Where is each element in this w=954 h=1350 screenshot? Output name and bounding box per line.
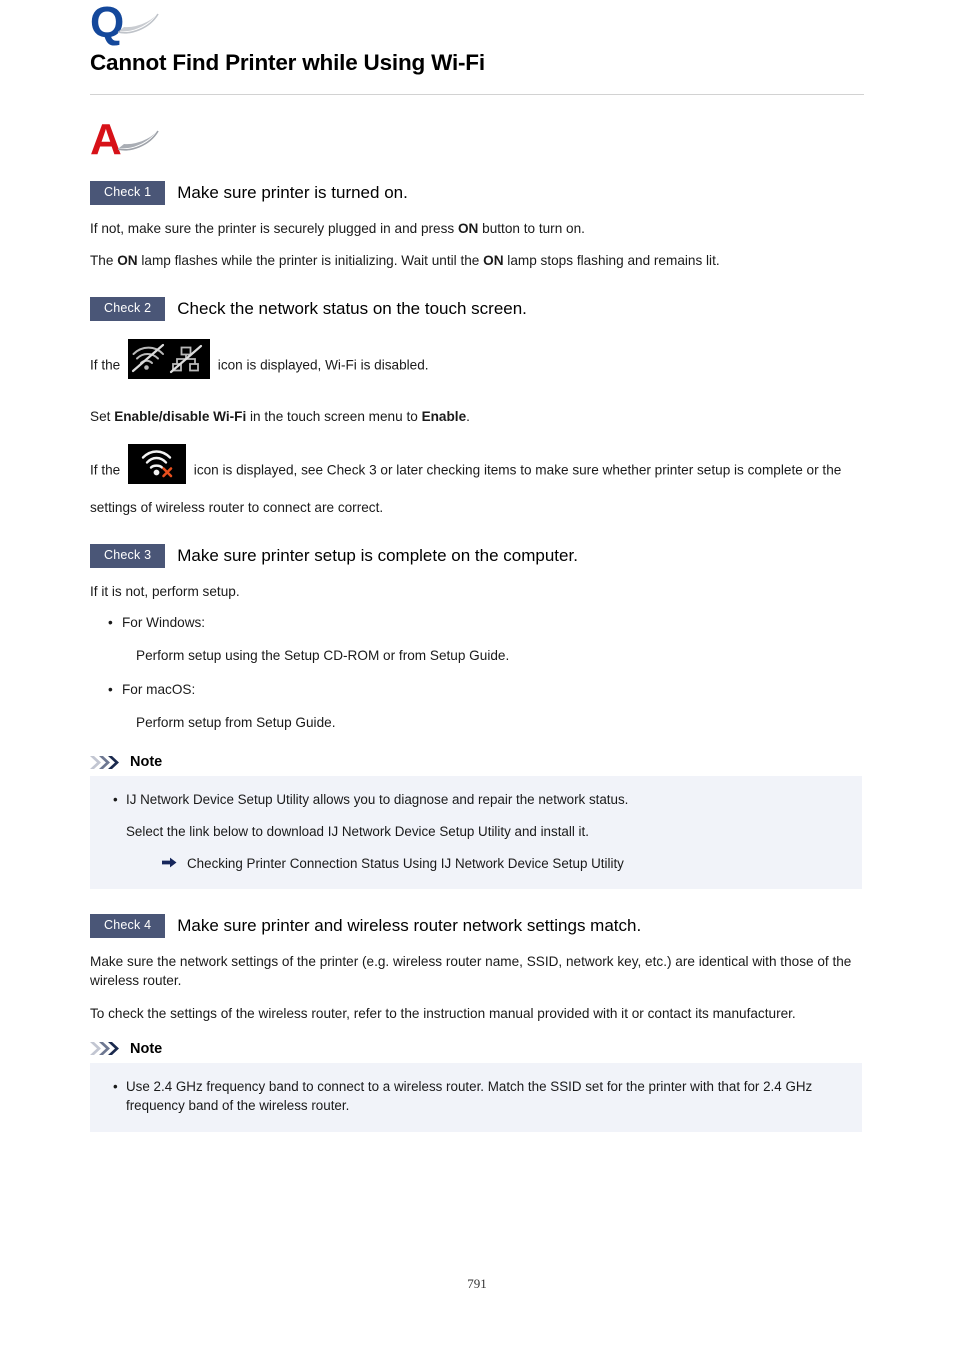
note-cross-reference-link[interactable]: Checking Printer Connection Status Using…	[162, 854, 844, 873]
swoosh-decoration-icon	[117, 130, 159, 151]
check-block-2: Check 2 Check the network status on the …	[90, 297, 864, 517]
bullet-icon: •	[108, 614, 113, 630]
list-item-label: For macOS:	[122, 681, 196, 697]
text-segment: button to turn on.	[478, 220, 585, 236]
check-4-badge: Check 4	[90, 914, 166, 938]
note-list: • Use 2.4 GHz frequency band to connect …	[108, 1077, 844, 1116]
note-header: Note	[90, 1041, 864, 1057]
check-block-3: Check 3 Make sure printer setup is compl…	[90, 544, 864, 890]
note-box: • Use 2.4 GHz frequency band to connect …	[90, 1062, 862, 1132]
check-4-title: Make sure printer and wireless router ne…	[177, 916, 642, 936]
text-segment: .	[466, 408, 470, 424]
check-3-title: Make sure printer setup is complete on t…	[177, 545, 578, 565]
check-2-wifi-disabled-line: If the icon is displayed, Wi-Fi is disab…	[90, 338, 864, 393]
check-1-title: Make sure printer is turned on.	[177, 182, 408, 202]
list-item: • For Windows: Perform setup using the S…	[108, 613, 864, 666]
check-3-header: Check 3 Make sure printer setup is compl…	[90, 544, 864, 568]
on-lamp-bold-2: ON	[483, 252, 504, 268]
text-segment: The	[90, 252, 118, 268]
text-segment: in the touch screen menu to	[246, 408, 422, 424]
text-segment: If the	[90, 462, 125, 478]
question-mark-icon: Q	[90, 0, 160, 48]
text-segment: If not, make sure the printer is securel…	[90, 220, 458, 236]
swoosh-decoration-icon	[117, 13, 159, 34]
note-label: Note	[130, 1040, 163, 1057]
text-segment: icon is displayed, Wi-Fi is disabled.	[214, 357, 429, 373]
bullet-icon: •	[113, 1078, 118, 1094]
page-number: 791	[467, 1276, 487, 1291]
title-divider	[90, 94, 864, 95]
list-item-detail: Perform setup using the Setup CD-ROM or …	[136, 648, 510, 664]
list-item-detail: Perform setup from Setup Guide.	[136, 714, 336, 730]
text-segment: Set	[90, 408, 115, 424]
bullet-icon: •	[113, 792, 118, 808]
list-item-label: For Windows:	[122, 614, 206, 630]
check-4-paragraph-2: To check the settings of the wireless ro…	[90, 1005, 796, 1021]
check-1-paragraph-1: If not, make sure the printer is securel…	[90, 219, 864, 238]
note-box: • IJ Network Device Setup Utility allows…	[90, 776, 862, 890]
wifi-disabled-icon	[128, 338, 211, 379]
text-segment: If the	[90, 357, 125, 373]
note-list: • IJ Network Device Setup Utility allows…	[108, 790, 844, 873]
check-2-title: Check the network status on the touch sc…	[177, 298, 527, 318]
document-page: Q Cannot Find Printer while Using Wi-Fi …	[0, 0, 954, 1350]
note-header: Note	[90, 754, 864, 770]
right-arrow-icon	[162, 857, 177, 868]
check-3-note: Note • IJ Network Device Setup Utility a…	[90, 754, 864, 890]
bullet-icon: •	[108, 681, 113, 697]
link-text[interactable]: Checking Printer Connection Status Using…	[187, 854, 624, 873]
wifi-error-icon	[128, 443, 187, 484]
check-1-header: Check 1 Make sure printer is turned on.	[90, 181, 864, 205]
note-text: IJ Network Device Setup Utility allows y…	[126, 792, 629, 808]
note-text: Use 2.4 GHz frequency band to connect to…	[126, 1078, 813, 1114]
list-item: • For macOS: Perform setup from Setup Gu…	[108, 680, 864, 733]
answer-mark-icon: A	[90, 117, 160, 165]
check-3-platform-list: • For Windows: Perform setup using the S…	[90, 613, 864, 732]
note-list-item: • Use 2.4 GHz frequency band to connect …	[113, 1077, 844, 1116]
note-label: Note	[130, 754, 163, 771]
document-content: Q Cannot Find Printer while Using Wi-Fi …	[90, 0, 864, 1132]
note-list-item: • IJ Network Device Setup Utility allows…	[113, 790, 844, 873]
enable-disable-wifi-bold: Enable/disable Wi-Fi	[114, 408, 247, 424]
check-3-badge: Check 3	[90, 544, 166, 568]
text-segment: lamp stops flashing and remains lit.	[503, 252, 720, 268]
check-2-header: Check 2 Check the network status on the …	[90, 297, 864, 321]
page-title: Cannot Find Printer while Using Wi-Fi	[90, 50, 485, 75]
on-button-bold: ON	[457, 220, 479, 236]
check-1-paragraph-2: The ON lamp flashes while the printer is…	[90, 251, 864, 270]
note-subtext: Select the link below to download IJ Net…	[126, 823, 589, 839]
check-1-badge: Check 1	[90, 181, 166, 205]
check-2-wifi-error-line: If the icon is displayed, see Check 3 or…	[90, 443, 864, 517]
check-4-header: Check 4 Make sure printer and wireless r…	[90, 914, 864, 938]
check-2-badge: Check 2	[90, 297, 166, 321]
on-lamp-bold-1: ON	[117, 252, 138, 268]
check-2-enable-line: Set Enable/disable Wi-Fi in the touch sc…	[90, 407, 864, 426]
enable-bold: Enable	[421, 408, 467, 424]
note-chevrons-icon	[90, 1042, 119, 1056]
text-segment: icon is displayed, see Check 3 or later …	[90, 462, 842, 515]
check-block-1: Check 1 Make sure printer is turned on. …	[90, 181, 864, 270]
check-4-note: Note • Use 2.4 GHz frequency band to con…	[90, 1041, 864, 1132]
check-3-paragraph-1: If it is not, perform setup.	[90, 583, 240, 599]
check-4-paragraph-1: Make sure the network settings of the pr…	[90, 953, 852, 989]
check-block-4: Check 4 Make sure printer and wireless r…	[90, 914, 864, 1132]
note-chevrons-icon	[90, 755, 119, 769]
text-segment: lamp flashes while the printer is initia…	[137, 252, 484, 268]
